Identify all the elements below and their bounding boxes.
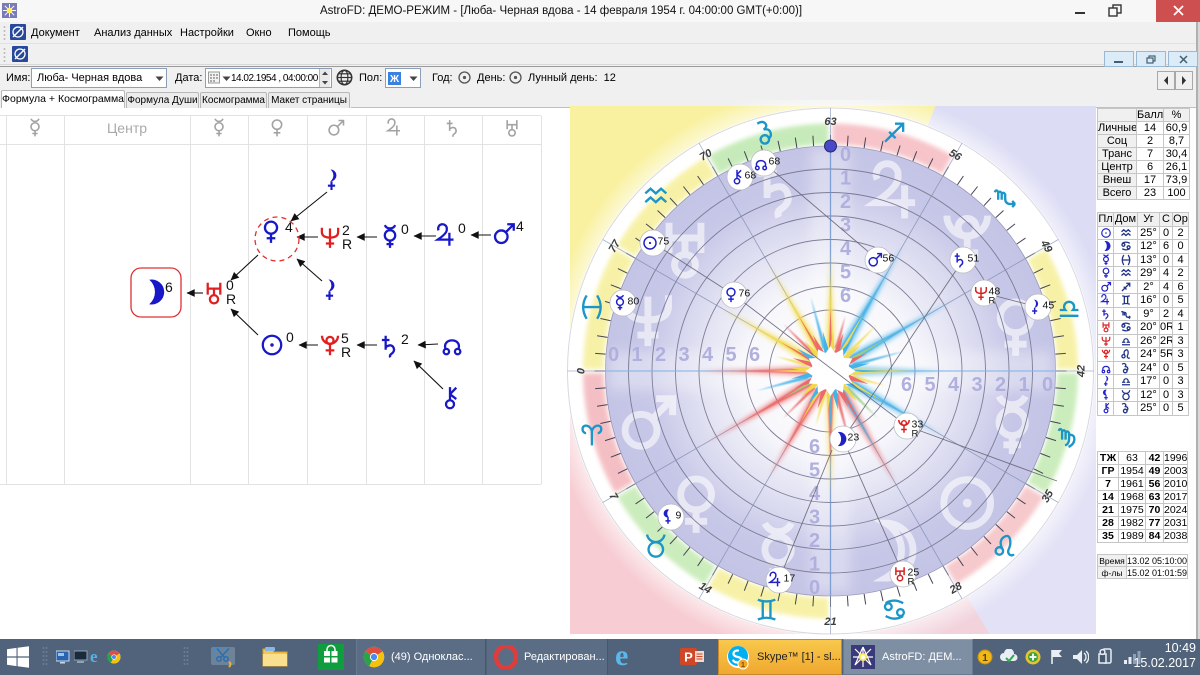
svg-text:0: 0 bbox=[401, 221, 409, 237]
svg-text:1: 1 bbox=[741, 662, 745, 669]
svg-text:63: 63 bbox=[824, 116, 836, 128]
svg-text:9: 9 bbox=[676, 510, 682, 522]
svg-text:21: 21 bbox=[823, 616, 836, 628]
svg-text:3: 3 bbox=[678, 344, 689, 366]
svg-text:68: 68 bbox=[769, 156, 781, 168]
svg-text:1: 1 bbox=[631, 344, 642, 366]
svg-text:17: 17 bbox=[784, 573, 796, 585]
svg-text:R: R bbox=[908, 577, 915, 588]
svg-text:4: 4 bbox=[702, 344, 714, 366]
svg-text:5: 5 bbox=[840, 262, 851, 284]
svg-text:Центр: Центр bbox=[107, 120, 147, 136]
svg-text:4: 4 bbox=[840, 238, 852, 260]
svg-text:2: 2 bbox=[995, 374, 1006, 396]
svg-text:0: 0 bbox=[576, 367, 588, 374]
svg-text:23: 23 bbox=[848, 432, 860, 444]
svg-text:42: 42 bbox=[1076, 365, 1088, 378]
svg-text:0: 0 bbox=[286, 329, 294, 345]
svg-text:6: 6 bbox=[165, 279, 173, 295]
svg-text:3: 3 bbox=[971, 374, 982, 396]
svg-text:R: R bbox=[226, 291, 236, 307]
svg-text:6: 6 bbox=[749, 344, 760, 366]
svg-text:0: 0 bbox=[608, 344, 619, 366]
svg-text:0: 0 bbox=[809, 577, 820, 599]
svg-text:5: 5 bbox=[924, 374, 935, 396]
svg-text:1: 1 bbox=[840, 168, 851, 190]
svg-text:3: 3 bbox=[809, 507, 820, 529]
svg-text:0: 0 bbox=[840, 144, 851, 166]
svg-text:6: 6 bbox=[809, 436, 820, 458]
svg-text:51: 51 bbox=[968, 253, 980, 265]
svg-text:6: 6 bbox=[840, 285, 851, 307]
svg-text:R: R bbox=[341, 344, 351, 360]
svg-text:2: 2 bbox=[655, 344, 666, 366]
svg-text:3: 3 bbox=[840, 215, 851, 237]
svg-text:1: 1 bbox=[1018, 374, 1029, 396]
svg-text:4: 4 bbox=[285, 219, 293, 235]
svg-text:Ж: Ж bbox=[389, 74, 400, 85]
svg-text:R: R bbox=[912, 429, 919, 440]
svg-text:56: 56 bbox=[883, 253, 895, 265]
svg-text:75: 75 bbox=[658, 236, 670, 248]
svg-text:6: 6 bbox=[901, 374, 912, 396]
svg-text:5: 5 bbox=[725, 344, 736, 366]
svg-text:1: 1 bbox=[809, 554, 820, 576]
svg-text:R: R bbox=[342, 236, 352, 252]
svg-text:76: 76 bbox=[739, 288, 751, 300]
svg-text:R: R bbox=[989, 296, 996, 307]
svg-text:2: 2 bbox=[840, 191, 851, 213]
svg-text:2: 2 bbox=[809, 530, 820, 552]
svg-text:4: 4 bbox=[516, 218, 524, 234]
svg-text:P: P bbox=[684, 650, 693, 665]
svg-text:2: 2 bbox=[401, 331, 409, 347]
svg-text:4: 4 bbox=[948, 374, 960, 396]
svg-text:1: 1 bbox=[982, 653, 988, 664]
svg-text:0: 0 bbox=[1042, 374, 1053, 396]
svg-text:45: 45 bbox=[1043, 300, 1055, 312]
svg-text:0: 0 bbox=[458, 220, 466, 236]
svg-text:5: 5 bbox=[809, 460, 820, 482]
svg-text:80: 80 bbox=[628, 296, 640, 308]
